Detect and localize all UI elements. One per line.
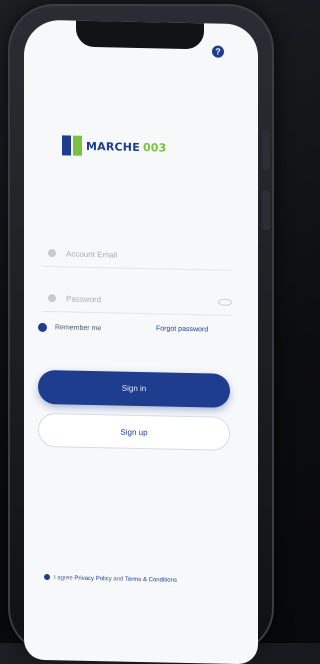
- forgot-password-link[interactable]: Forgot password: [156, 325, 208, 333]
- app-logo: MARCHE 003: [62, 135, 167, 157]
- sign-up-button[interactable]: Sign up: [38, 412, 230, 451]
- email-input[interactable]: [64, 247, 218, 263]
- user-icon: [48, 249, 56, 258]
- lock-icon: [48, 294, 56, 303]
- logo-wordmark: MARCHE 003: [86, 139, 167, 154]
- privacy-policy-link[interactable]: Privacy Policy: [74, 576, 111, 583]
- logo-accent: 003: [142, 140, 167, 155]
- phone-side-button: [262, 130, 270, 170]
- terms-and: and: [113, 576, 124, 583]
- terms-agreement: I agree Privacy Policy and Terms & Condi…: [44, 574, 214, 587]
- terms-conditions-link[interactable]: Terms & Conditions: [125, 577, 177, 584]
- phone-notch: [76, 19, 204, 50]
- logo-name: MARCHE: [86, 139, 140, 154]
- logo-mark-icon: [62, 135, 82, 156]
- show-password-icon[interactable]: [218, 298, 232, 306]
- remember-label: Remember me: [55, 324, 102, 333]
- password-field[interactable]: [42, 284, 232, 316]
- checkbox-icon[interactable]: [38, 322, 47, 333]
- terms-prefix: I agree: [54, 575, 73, 582]
- terms-checkbox-icon[interactable]: [44, 574, 50, 581]
- help-icon[interactable]: ?: [212, 45, 224, 58]
- remember-me-toggle[interactable]: Remember me: [38, 322, 102, 333]
- password-input[interactable]: [64, 292, 218, 308]
- phone-side-button: [262, 190, 270, 230]
- sign-in-button[interactable]: Sign in: [38, 369, 230, 408]
- email-field[interactable]: [42, 239, 232, 271]
- login-screen: ? MARCHE003 Remember me Forgot password …: [24, 19, 258, 664]
